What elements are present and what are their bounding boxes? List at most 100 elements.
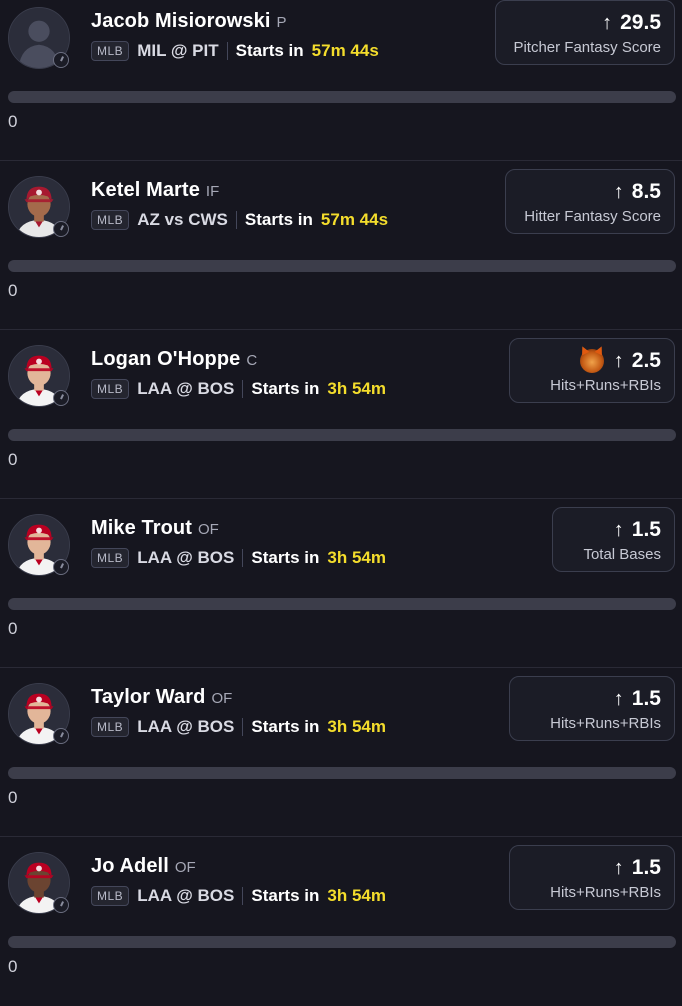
line-value: 1.5 [631,518,661,541]
demon-icon [579,349,604,373]
progress-value: 0 [8,788,18,807]
player-position: OF [211,690,233,707]
player-card[interactable]: Logan O'Hoppe C MLB LAA @ BOS Starts in 3h 54… [0,330,682,499]
progress-value: 0 [8,957,18,976]
game-info: MLB MIL @ PIT Starts in 57m 44s [91,41,379,61]
matchup: LAA @ BOS [137,548,235,567]
clock-icon [53,221,69,237]
projection-line-button[interactable]: ↑ 2.5 Hits+Runs+RBIs [509,338,675,403]
matchup: AZ vs CWS [137,210,228,229]
line-row: ↑ 1.5 [566,518,661,542]
league-badge: MLB [91,210,130,230]
projection-line-button[interactable]: ↑ 1.5 Hits+Runs+RBIs [509,845,675,910]
line-value: 29.5 [620,11,661,34]
stat-type: Total Bases [583,546,661,563]
line-row: ↑ 29.5 [509,11,661,35]
player-position: IF [205,183,220,200]
player-name[interactable]: Jacob Misiorowski [91,10,271,33]
player-position: OF [174,859,196,876]
start-countdown: 57m 44s [320,210,389,229]
arrow-up-icon: ↑ [613,687,624,710]
progress-value: 0 [8,450,18,469]
league-badge: MLB [91,548,130,568]
clock-icon [53,559,69,575]
line-value: 1.5 [631,856,661,879]
line-row: ↑ 1.5 [523,687,661,711]
line-value: 2.5 [631,349,661,372]
matchup: MIL @ PIT [137,41,219,60]
divider [242,549,244,567]
stat-type: Hits+Runs+RBIs [550,715,661,732]
league-badge: MLB [91,717,130,737]
player-name-row: Taylor Ward OF [91,686,232,709]
progress-value: 0 [8,112,18,131]
player-name[interactable]: Jo Adell [91,855,169,878]
divider [226,42,228,60]
line-value: 1.5 [631,687,661,710]
game-info: MLB LAA @ BOS Starts in 3h 54m [91,379,386,399]
league-badge: MLB [91,379,130,399]
line-row: ↑ 8.5 [519,180,661,204]
player-name[interactable]: Mike Trout [91,517,192,540]
stat-type: Hits+Runs+RBIs [550,884,661,901]
stat-type: Hitter Fantasy Score [524,208,661,225]
league-badge: MLB [91,886,130,906]
game-info: MLB AZ vs CWS Starts in 57m 44s [91,210,388,230]
divider [235,211,237,229]
divider [242,718,244,736]
player-name[interactable]: Logan O'Hoppe [91,348,240,371]
progress-bar [8,936,676,948]
game-info: MLB LAA @ BOS Starts in 3h 54m [91,886,386,906]
player-position: P [276,14,287,31]
game-info: MLB LAA @ BOS Starts in 3h 54m [91,717,386,737]
projection-line-button[interactable]: ↑ 1.5 Hits+Runs+RBIs [509,676,675,741]
player-card[interactable]: Mike Trout OF MLB LAA @ BOS Starts in 3h 54m ↑… [0,499,682,668]
start-countdown: 3h 54m [327,886,386,905]
player-name-row: Jacob Misiorowski P [91,10,287,33]
progress-value: 0 [8,619,18,638]
player-position: OF [198,521,219,538]
divider [242,887,244,905]
player-name-row: Logan O'Hoppe C [91,348,257,371]
starts-label: Starts in [235,41,304,60]
line-row: ↑ 2.5 [523,349,661,373]
starts-label: Starts in [244,210,313,229]
projection-line-button[interactable]: ↑ 8.5 Hitter Fantasy Score [505,169,675,234]
matchup: LAA @ BOS [137,717,235,736]
start-countdown: 57m 44s [311,41,379,60]
player-name-row: Jo Adell OF [91,855,196,878]
progress-bar [8,91,676,103]
arrow-up-icon: ↑ [602,11,613,34]
progress-bar [8,260,676,272]
player-card[interactable]: Ketel Marte IF MLB AZ vs CWS Starts in 57m 44… [0,161,682,330]
player-card[interactable]: Jo Adell OF MLB LAA @ BOS Starts in 3h 54m ↑ 1.… [0,837,682,1006]
starts-label: Starts in [251,379,320,398]
progress-bar [8,429,676,441]
arrow-up-icon: ↑ [613,349,624,372]
projection-line-button[interactable]: ↑ 1.5 Total Bases [552,507,675,572]
starts-label: Starts in [251,717,320,736]
divider [242,380,244,398]
clock-icon [53,897,69,913]
player-name[interactable]: Taylor Ward [91,686,205,709]
matchup: LAA @ BOS [137,379,235,398]
start-countdown: 3h 54m [327,548,386,567]
clock-icon [53,390,69,406]
clock-icon [53,52,69,68]
line-value: 8.5 [631,180,661,203]
player-card[interactable]: Taylor Ward OF MLB LAA @ BOS Starts in 3h 54m… [0,668,682,837]
player-name-row: Ketel Marte IF [91,179,219,202]
projection-line-button[interactable]: ↑ 29.5 Pitcher Fantasy Score [495,0,675,65]
matchup: LAA @ BOS [137,886,235,905]
start-countdown: 3h 54m [327,717,386,736]
player-name[interactable]: Ketel Marte [91,179,200,202]
starts-label: Starts in [251,886,320,905]
player-card[interactable]: Jacob Misiorowski P MLB MIL @ PIT Starts in 5… [0,0,682,161]
player-position: C [246,352,258,369]
clock-icon [53,728,69,744]
progress-bar [8,767,676,779]
stat-type: Pitcher Fantasy Score [513,39,661,56]
arrow-up-icon: ↑ [613,518,624,541]
arrow-up-icon: ↑ [613,180,624,203]
starts-label: Starts in [251,548,320,567]
